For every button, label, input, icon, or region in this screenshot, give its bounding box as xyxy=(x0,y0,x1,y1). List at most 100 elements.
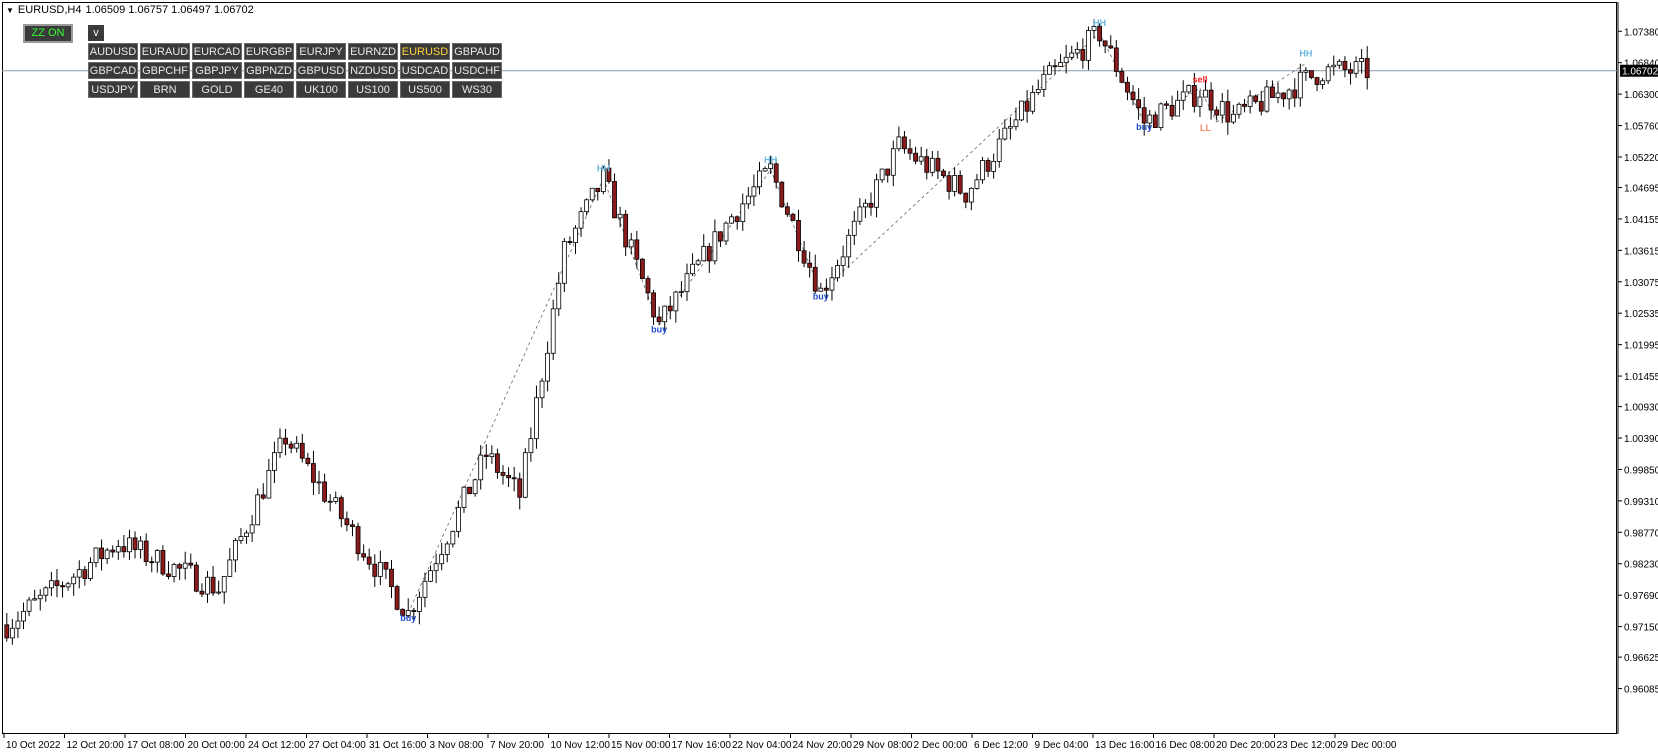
candle-body xyxy=(260,494,266,499)
symbol-button-eurusd[interactable]: EURUSD xyxy=(400,43,450,60)
candle xyxy=(1180,80,1186,111)
collapse-toggle-button[interactable]: v xyxy=(88,25,104,41)
candle xyxy=(1247,90,1253,114)
candle-body xyxy=(528,438,534,454)
candle-body xyxy=(968,188,974,203)
signal-label-ll: LL xyxy=(1200,123,1211,133)
candle xyxy=(991,153,997,179)
candle xyxy=(846,228,852,268)
candle xyxy=(338,495,344,528)
x-tick-label: 16 Dec 08:00 xyxy=(1156,740,1216,751)
candle xyxy=(1270,80,1275,98)
candle-body xyxy=(1203,89,1208,98)
candle-body xyxy=(199,590,205,595)
symbol-button-eurjpy[interactable]: EURJPY xyxy=(296,43,346,60)
candle xyxy=(757,161,762,195)
candle xyxy=(617,206,623,228)
candle xyxy=(1297,63,1303,107)
candle-body xyxy=(171,564,177,577)
candle xyxy=(9,618,15,645)
candle-body xyxy=(99,547,104,560)
candle xyxy=(1047,61,1052,75)
candle-body xyxy=(918,156,924,162)
candle-body xyxy=(327,500,333,503)
candle-body xyxy=(143,540,149,563)
symbol-button-audusd[interactable]: AUDUSD xyxy=(88,43,138,60)
candle-body xyxy=(65,583,71,588)
candle xyxy=(1325,63,1331,84)
symbol-button-us100[interactable]: US100 xyxy=(348,81,398,98)
candle-body xyxy=(1214,109,1220,116)
candle xyxy=(506,467,511,488)
symbol-button-gbpchf[interactable]: GBPCHF xyxy=(140,62,190,79)
symbol-button-gbpjpy[interactable]: GBPJPY xyxy=(192,62,242,79)
candle-body xyxy=(1258,101,1264,112)
candle-body xyxy=(71,576,77,585)
symbol-button-usdchf[interactable]: USDCHF xyxy=(452,62,502,79)
symbol-button-nzdusd[interactable]: NZDUSD xyxy=(348,62,398,79)
candle xyxy=(1208,82,1214,120)
candle-body xyxy=(690,263,695,275)
symbol-button-uk100[interactable]: UK100 xyxy=(296,81,346,98)
candle xyxy=(288,441,294,454)
candle-body xyxy=(991,161,997,172)
symbol-button-usdjpy[interactable]: USDJPY xyxy=(88,81,138,98)
symbol-button-us500[interactable]: US500 xyxy=(400,81,450,98)
candle-body xyxy=(957,175,963,194)
symbol-button-gbpcad[interactable]: GBPCAD xyxy=(88,62,138,79)
candle-body xyxy=(283,437,288,445)
candle xyxy=(968,187,974,211)
candle xyxy=(138,535,144,559)
candle-body xyxy=(383,561,389,570)
candle xyxy=(907,139,913,160)
candle xyxy=(695,258,701,266)
candle xyxy=(561,237,567,293)
price-chart[interactable]: HHbuybuyHHbuyHHbuysellLLHH 1.073801.0684… xyxy=(0,0,1658,753)
x-tick-label: 6 Dec 12:00 xyxy=(974,740,1028,751)
candle xyxy=(305,452,311,467)
candle-body xyxy=(227,559,233,577)
symbol-button-brn[interactable]: BRN xyxy=(140,81,190,98)
y-tick-label: 1.00390 xyxy=(1624,434,1658,445)
candle-body xyxy=(835,265,840,279)
candle-body xyxy=(902,136,907,150)
candle-body xyxy=(1002,127,1008,140)
candle xyxy=(723,221,729,246)
symbol-button-ge40[interactable]: GE40 xyxy=(244,81,294,98)
candle xyxy=(796,209,801,262)
candle xyxy=(673,290,679,323)
symbol-button-eurgbp[interactable]: EURGBP xyxy=(244,43,294,60)
candle xyxy=(1309,70,1314,80)
candle xyxy=(205,570,210,603)
symbol-button-eurnzd[interactable]: EURNZD xyxy=(348,43,398,60)
candle-body xyxy=(1041,73,1047,90)
symbol-button-gbpusd[interactable]: GBPUSD xyxy=(296,62,346,79)
symbol-button-ws30[interactable]: WS30 xyxy=(452,81,502,98)
symbol-button-gold[interactable]: GOLD xyxy=(192,81,242,98)
symbol-button-eurcad[interactable]: EURCAD xyxy=(192,43,242,60)
zigzag-toggle-button[interactable]: ZZ ON xyxy=(23,24,73,43)
candle xyxy=(366,548,372,570)
candle xyxy=(1186,84,1192,95)
y-tick-label: 1.02535 xyxy=(1624,309,1658,320)
candle xyxy=(422,572,428,608)
candle-body xyxy=(929,157,935,173)
candle xyxy=(249,514,255,542)
candle xyxy=(255,488,261,526)
candle-body xyxy=(874,179,879,208)
symbol-button-euraud[interactable]: EURAUD xyxy=(140,43,190,60)
y-tick-label: 1.05760 xyxy=(1624,122,1658,133)
x-tick-label: 20 Oct 00:00 xyxy=(188,740,246,751)
candle xyxy=(461,486,467,513)
signal-label-hh: HH xyxy=(597,164,610,174)
symbol-button-gbpaud[interactable]: GBPAUD xyxy=(452,43,502,60)
candle xyxy=(15,611,21,638)
candle xyxy=(957,170,963,195)
candle-body xyxy=(885,168,891,176)
symbol-button-usdcad[interactable]: USDCAD xyxy=(400,62,450,79)
candle xyxy=(394,584,400,611)
candle-body xyxy=(1086,30,1091,61)
candle-body xyxy=(1275,92,1281,98)
dropdown-triangle-icon[interactable]: ▼ xyxy=(6,6,14,15)
symbol-button-gbpnzd[interactable]: GBPNZD xyxy=(244,62,294,79)
